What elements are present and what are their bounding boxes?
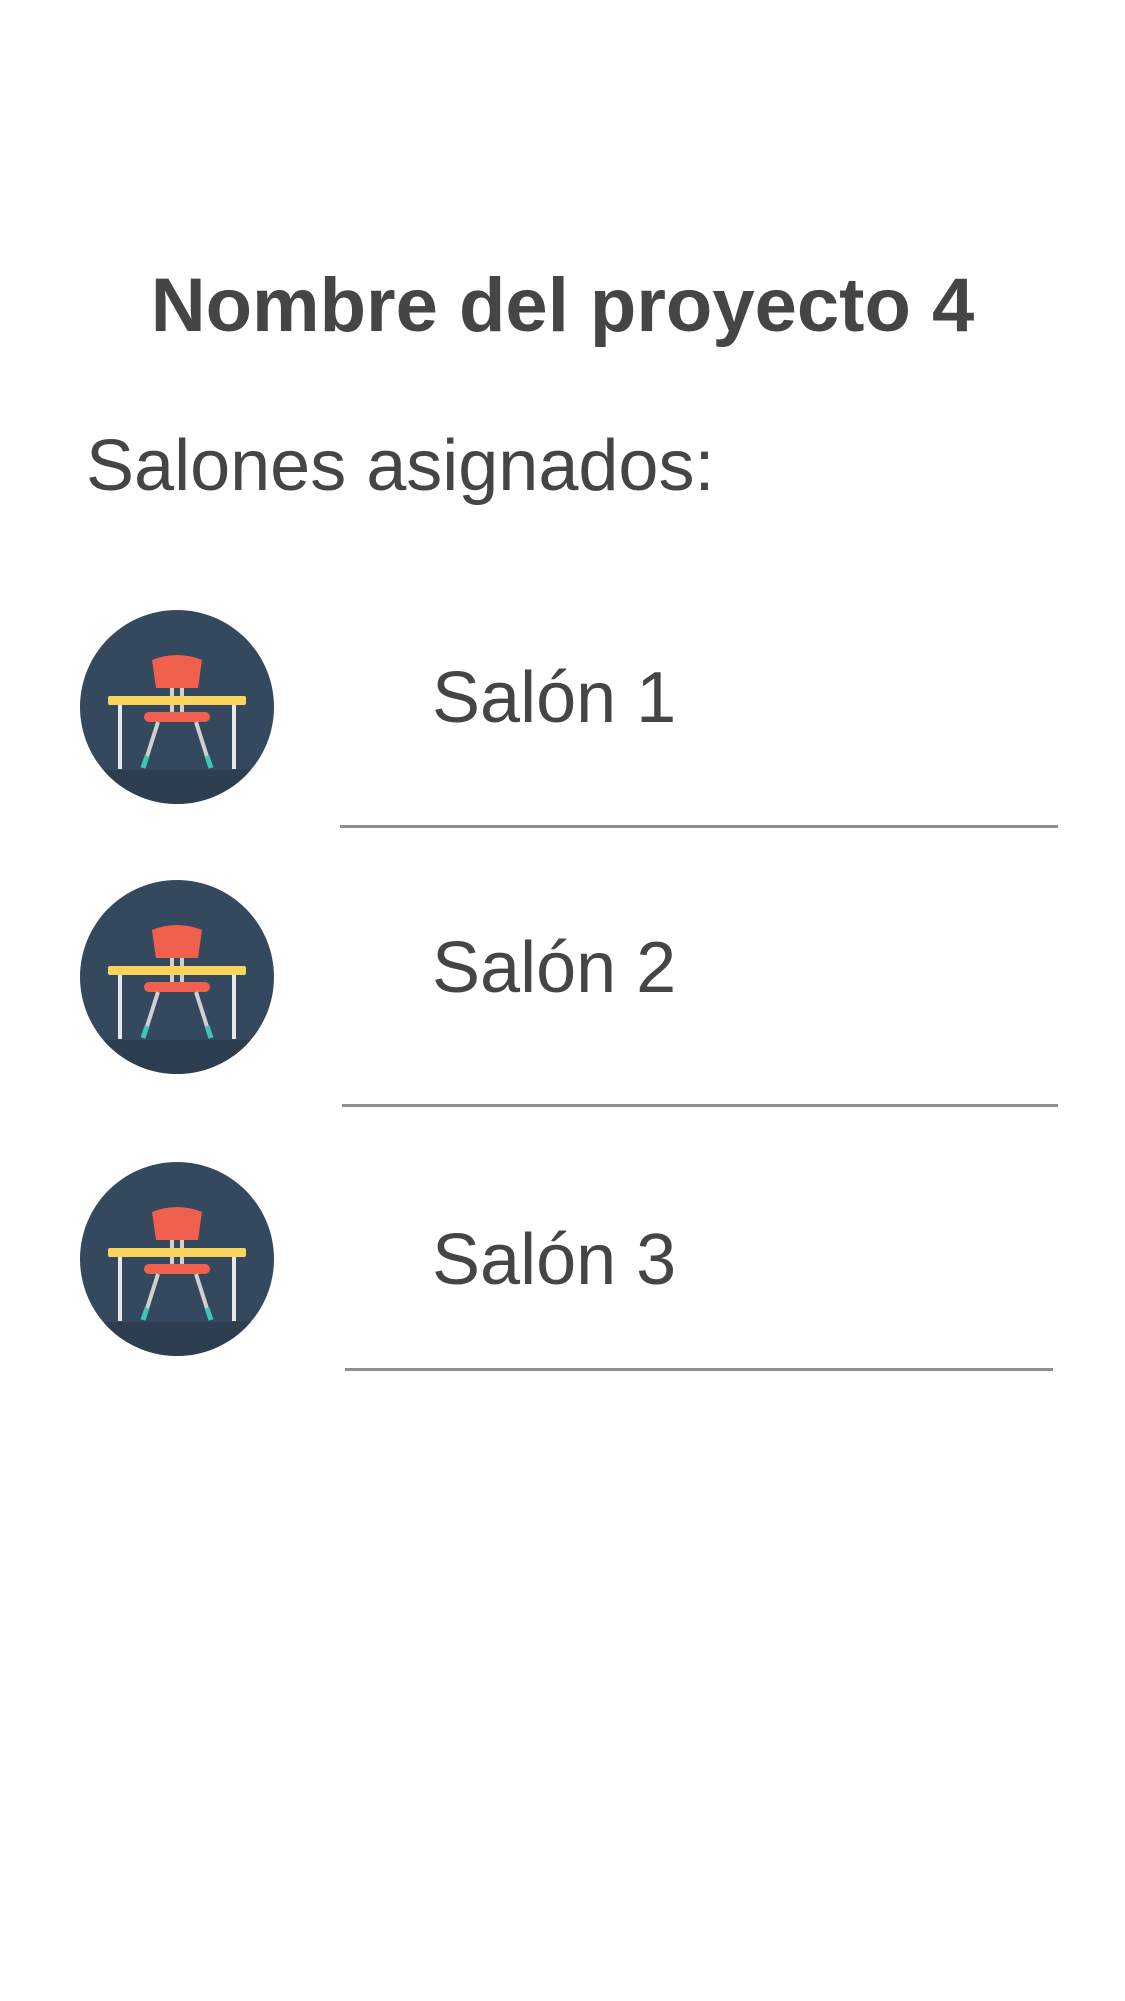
room-divider — [340, 825, 1058, 828]
room-name: Salón 2 — [432, 928, 677, 1008]
room-name: Salón 1 — [432, 658, 677, 738]
classroom-desk-icon — [80, 1162, 274, 1356]
room-list-item[interactable]: Salón 3 — [0, 1162, 1125, 1371]
room-divider — [342, 1104, 1058, 1107]
classroom-desk-icon — [80, 880, 274, 1074]
room-name: Salón 3 — [432, 1220, 677, 1300]
project-title: Nombre del proyecto 4 — [150, 263, 975, 348]
room-list-item[interactable]: Salón 2 — [0, 880, 1125, 1107]
room-divider — [345, 1368, 1053, 1371]
room-list-item[interactable]: Salón 1 — [0, 610, 1125, 828]
classroom-desk-icon — [80, 610, 274, 804]
assigned-rooms-label: Salones asignados: — [86, 426, 715, 506]
